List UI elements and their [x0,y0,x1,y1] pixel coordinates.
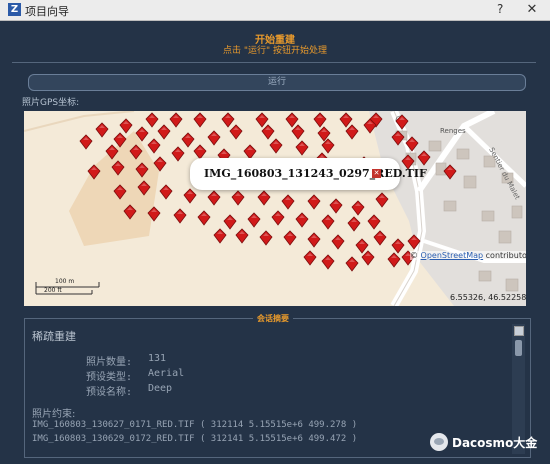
title-bar: Z 项目向导 ? ✕ [0,0,550,21]
path [24,111,135,132]
osm-link[interactable]: OpenStreetMap [421,251,484,260]
watermark: Dacosmo大金 [430,430,545,456]
constraint-line: IMG_160803_130629_0172_RED.TIF ( 312141 … [32,434,358,444]
watermark-text: Dacosmo大金 [452,436,538,450]
photo-count-label: 照片数量: [86,357,133,368]
window-title: 项目向导 [25,5,69,18]
cursor-coordinates: 6.55326, 46.52258 [450,293,526,302]
scale-label-ft: 200 ft [44,287,62,294]
summary-heading: 稀疏重建 [32,330,76,343]
map-attribution: © OpenStreetMap contributors [410,251,526,260]
photo-count-value: 131 [148,353,167,364]
project-wizard-window: Z 项目向导 ? ✕ 开始重建 点击 "运行" 按钮开始处理 运行 照片GPS坐… [0,0,550,464]
wechat-icon [430,433,448,451]
close-button[interactable]: ✕ [520,1,544,19]
gps-map[interactable]: i Renges Sentier du Malet IMG_160803_131… [24,111,526,306]
preset-type-label: 预设类型: [86,372,133,383]
attribution-prefix: © [410,251,421,260]
run-button[interactable]: 运行 [28,74,526,91]
place-label: Renges [440,127,466,135]
popup-filename: IMG_160803_131243_0297_RED.TIF [204,167,427,180]
scale-label-m: 100 m [55,278,75,285]
help-button[interactable]: ? [497,2,503,16]
header-divider [12,62,536,63]
photo-popup: IMG_160803_131243_0297_RED.TIF ✕ [190,158,427,190]
preset-name-label: 预设名称: [86,387,133,398]
constraint-line: IMG_160803_130627_0171_RED.TIF ( 312114 … [32,420,358,430]
scroll-up-arrow-icon[interactable] [514,326,524,336]
preset-type-value: Aerial [148,368,185,379]
constraints-label: 照片约束: [32,409,76,420]
scroll-thumb[interactable] [515,340,522,356]
attribution-suffix: contributors [485,251,526,260]
gps-coordinates-label: 照片GPS坐标: [22,98,80,108]
popup-close-icon[interactable]: ✕ [372,169,381,178]
map-canvas: i Renges Sentier du Malet [24,111,526,306]
page-subtitle: 点击 "运行" 按钮开始处理 [222,46,327,56]
app-logo-icon: Z [8,3,21,16]
preset-name-value: Deep [148,383,173,394]
